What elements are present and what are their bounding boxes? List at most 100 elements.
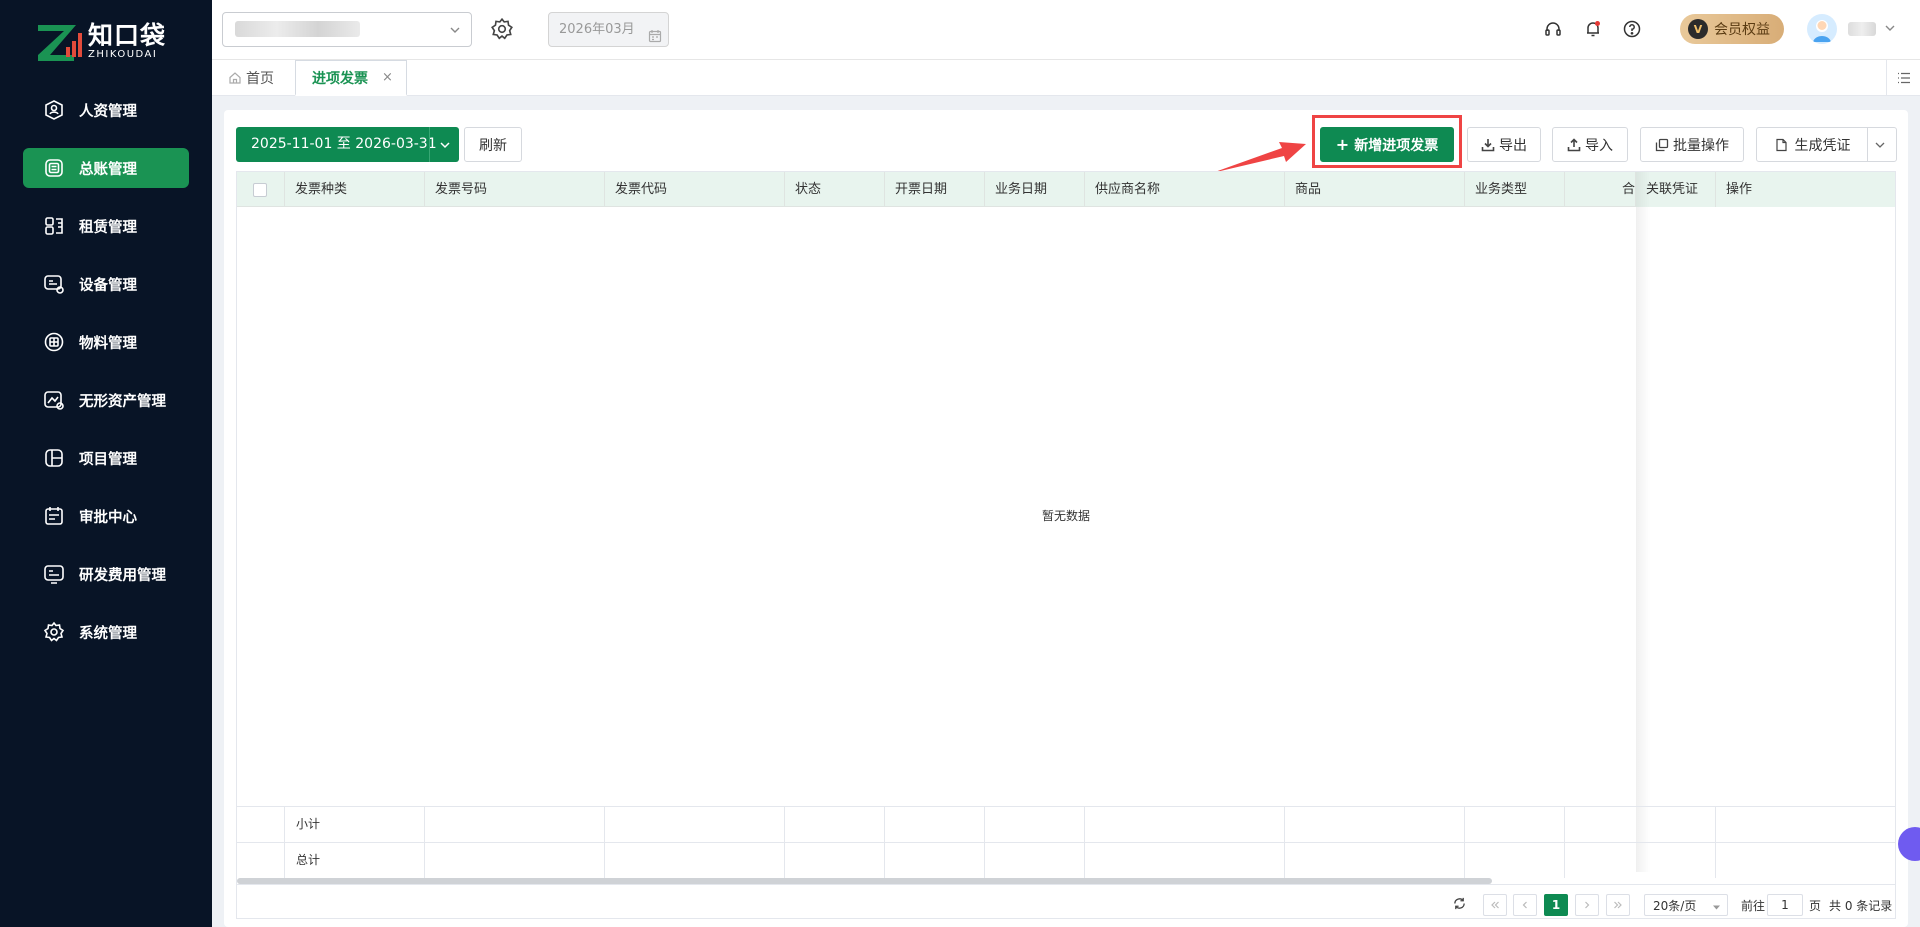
voucher-label: 生成凭证 [1794,137,1851,154]
chevron-down-icon [1874,139,1890,151]
sidebar-item-system[interactable]: 系统管理 [23,612,189,652]
zhikoudai-logo-icon [36,21,82,63]
batch-operation-button[interactable]: 批量操作 [1640,127,1744,162]
sidebar-item-label: 物料管理 [79,335,137,352]
invoice-table: 发票种类 发票号码 发票代码 状态 开票日期 业务日期 供应商名称 商品 业务类… [236,171,1896,919]
page-number-button[interactable]: 1 [1544,894,1568,916]
sidebar-item-intangible-assets[interactable]: 无形资产管理 [23,380,189,420]
reload-icon[interactable] [1453,897,1466,913]
prev-page-button[interactable] [1513,894,1537,916]
top-bar: 2026年03月 V 会员权益 [212,0,1920,60]
sidebar-item-label: 审批中心 [79,509,137,526]
tab-input-invoice[interactable]: 进项发票 × [295,60,407,96]
sidebar-item-material[interactable]: 物料管理 [23,322,189,362]
column-header[interactable]: 状态 [785,172,885,207]
column-header[interactable]: 商品 [1285,172,1465,207]
company-select[interactable] [222,12,472,47]
sidebar-item-lease[interactable]: 租赁管理 [23,206,189,246]
refresh-button[interactable]: 刷新 [464,127,522,162]
sidebar-item-approval[interactable]: 审批中心 [23,496,189,536]
rd-expense-icon [43,563,65,585]
vip-label: 会员权益 [1714,22,1770,38]
chevron-down-icon[interactable] [1884,22,1896,38]
ledger-icon [43,157,65,179]
date-range-picker[interactable]: 2025-11-01 至 2026-03-31 [236,127,459,162]
vip-benefits-button[interactable]: V 会员权益 [1680,14,1784,44]
batch-label: 批量操作 [1673,137,1729,154]
logo[interactable]: 知口袋 ZHIKOUDAI [36,20,166,64]
goto-label: 前往 [1741,899,1766,913]
brand-name: 知口袋 [88,21,167,50]
last-page-button[interactable] [1606,894,1630,916]
sidebar-item-label: 研发费用管理 [79,567,166,584]
chevron-down-icon [449,24,461,40]
upload-icon [1567,137,1581,151]
document-icon [1775,138,1787,151]
username-redacted[interactable] [1848,22,1876,36]
export-label: 导出 [1499,137,1527,154]
gear-icon [43,621,65,643]
calendar-icon [648,23,662,56]
add-input-invoice-button[interactable]: + 新增进项发票 [1320,127,1454,162]
bell-icon[interactable] [1582,18,1604,40]
column-header[interactable]: 合 [1565,172,1636,207]
column-header[interactable]: 发票代码 [605,172,785,207]
headset-icon[interactable] [1542,18,1564,40]
sidebar-item-label: 系统管理 [79,625,137,642]
import-button[interactable]: 导入 [1552,127,1628,162]
close-icon[interactable]: × [382,70,393,85]
subtotal-row: 小计 [237,806,1895,842]
export-button[interactable]: 导出 [1467,127,1541,162]
sidebar-item-ledger[interactable]: 总账管理 [23,148,189,188]
first-page-button[interactable] [1483,894,1507,916]
column-header[interactable]: 发票种类 [285,172,425,207]
chevron-down-icon[interactable] [429,127,459,162]
help-icon[interactable] [1621,18,1643,40]
tab-home[interactable]: 首页 [228,60,274,96]
tabs-bar: 首页 进项发票 × [212,60,1920,96]
avatar[interactable] [1807,14,1837,44]
sidebar-item-rd-expense[interactable]: 研发费用管理 [23,554,189,594]
column-header[interactable]: 业务类型 [1465,172,1565,207]
goto-page-input[interactable]: 1 [1767,894,1803,916]
total-records: 共 0 条记录 [1829,899,1893,913]
sidebar-item-label: 租赁管理 [79,219,137,236]
vip-badge-icon: V [1688,19,1708,39]
page-size-value: 20条/页 [1653,898,1697,913]
page-size-select[interactable]: 20条/页 [1644,894,1728,916]
sidebar-item-label: 无形资产管理 [79,393,166,410]
download-icon [1481,138,1495,151]
sidebar-item-project[interactable]: 项目管理 [23,438,189,478]
next-page-button[interactable] [1575,894,1599,916]
tab-label: 进项发票 [312,70,368,87]
column-header[interactable]: 供应商名称 [1085,172,1285,207]
approval-icon [43,505,65,527]
column-header[interactable]: 操作 [1716,172,1895,207]
pagination: 1 20条/页 前往 1 页 共 0 条记录 [237,884,1895,920]
company-name-redacted [235,21,360,37]
material-icon [43,331,65,353]
period-picker[interactable]: 2026年03月 [548,12,669,47]
column-header[interactable]: 开票日期 [885,172,985,207]
select-all-checkbox[interactable] [253,183,267,197]
project-icon [43,447,65,469]
column-header[interactable]: 发票号码 [425,172,605,207]
settings-gear-icon[interactable] [490,17,514,45]
intangible-asset-icon [43,389,65,411]
sidebar-item-hr[interactable]: 人资管理 [23,90,189,130]
sidebar-item-label: 人资管理 [79,103,137,120]
plus-icon: + [1335,135,1350,154]
add-invoice-label: 新增进项发票 [1354,137,1439,154]
tabs-menu-icon[interactable] [1886,60,1920,96]
voucher-dropdown-button[interactable] [1867,127,1897,162]
sidebar-item-label: 设备管理 [79,277,137,294]
sidebar-item-equipment[interactable]: 设备管理 [23,264,189,304]
home-icon [228,71,242,85]
caret-down-icon [1712,901,1721,915]
equipment-icon [43,273,65,295]
subtotal-label: 小计 [296,817,321,831]
person-badge-icon [43,99,65,121]
column-header[interactable]: 业务日期 [985,172,1085,207]
generate-voucher-button[interactable]: 生成凭证 [1756,127,1868,162]
page-unit-label: 页 [1809,899,1822,913]
